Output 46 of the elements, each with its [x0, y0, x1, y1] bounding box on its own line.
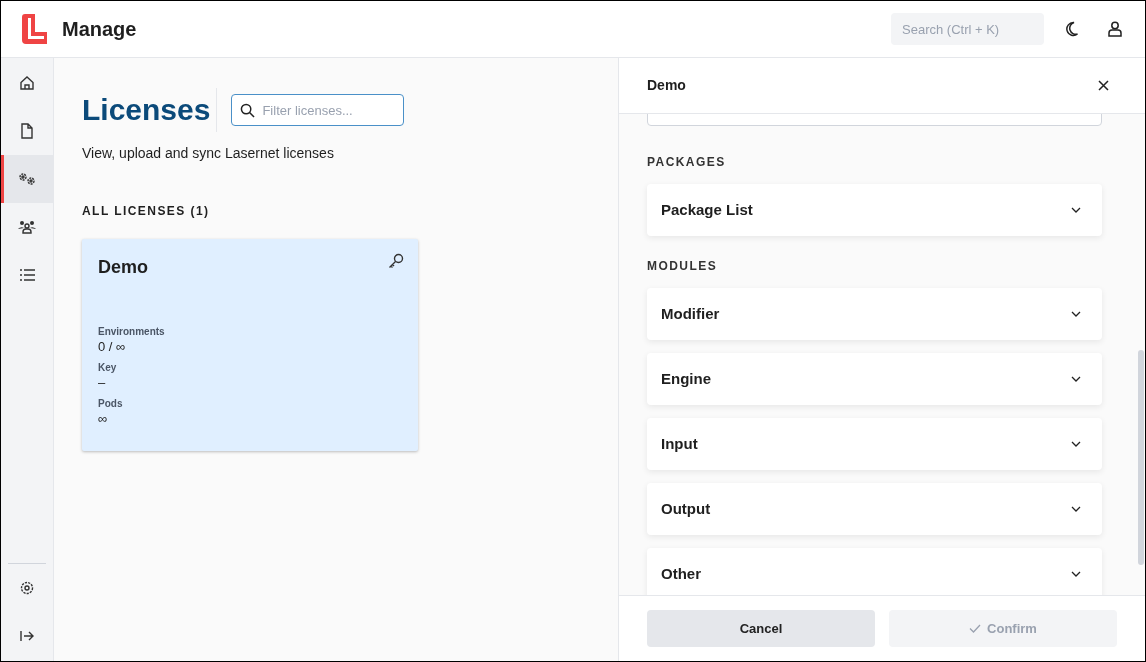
accordion-item[interactable]: Engine — [647, 353, 1102, 405]
page-subtitle: View, upload and sync Lasernet licenses — [82, 144, 335, 163]
accordion-item[interactable]: Output — [647, 483, 1102, 535]
user-icon[interactable] — [1108, 21, 1122, 37]
cancel-button[interactable]: Cancel — [647, 610, 875, 647]
settings-icon — [20, 581, 34, 595]
accordion-item[interactable]: Input — [647, 418, 1102, 470]
home-icon — [19, 75, 35, 91]
nav-item[interactable] — [1, 155, 53, 203]
field-label: Key — [98, 362, 118, 374]
chevron-icon — [1071, 506, 1081, 512]
chevron-icon — [1071, 376, 1081, 382]
accordion-item[interactable]: Package List — [647, 184, 1102, 236]
users-icon — [18, 220, 36, 234]
section-heading: ALL LICENSES (1) — [82, 203, 211, 220]
check-icon — [969, 624, 982, 633]
key-icon[interactable] — [388, 253, 404, 269]
scrollbar-thumb[interactable] — [1138, 350, 1144, 565]
chevron-icon — [1071, 571, 1081, 577]
filter-field[interactable]: Filter licenses... — [231, 94, 405, 126]
field-value: ∞ — [98, 410, 109, 427]
license-name: Demo — [98, 256, 148, 279]
accordion-item[interactable]: Modifier — [647, 288, 1102, 340]
moon-icon[interactable] — [1065, 21, 1079, 37]
panel-title: Demo — [647, 76, 686, 95]
logout-icon — [20, 630, 34, 642]
section-heading: MODULES — [647, 258, 719, 274]
logo-icon — [22, 14, 50, 44]
list-icon — [19, 269, 35, 281]
chevron-icon — [1071, 441, 1081, 447]
license-card[interactable]: Demo Environments 0 / ∞ Key – Pods ∞ — [82, 239, 418, 451]
search-field[interactable]: Search (Ctrl + K) — [891, 13, 1044, 45]
close-icon[interactable] — [1098, 80, 1109, 91]
app-title: Manage — [62, 17, 137, 42]
field-value: 0 / ∞ — [98, 338, 127, 355]
field-value: – — [98, 374, 107, 391]
file-icon — [20, 123, 34, 139]
gears-icon — [18, 172, 36, 186]
search-icon — [240, 103, 256, 118]
field-label: Environments — [98, 326, 166, 338]
chevron-icon — [1071, 207, 1081, 213]
field-label: Pods — [98, 398, 124, 410]
chevron-icon — [1071, 311, 1081, 317]
page-title: Licenses — [82, 88, 218, 132]
accordion-item[interactable]: Other — [647, 548, 1102, 595]
section-heading: PACKAGES — [647, 154, 727, 170]
